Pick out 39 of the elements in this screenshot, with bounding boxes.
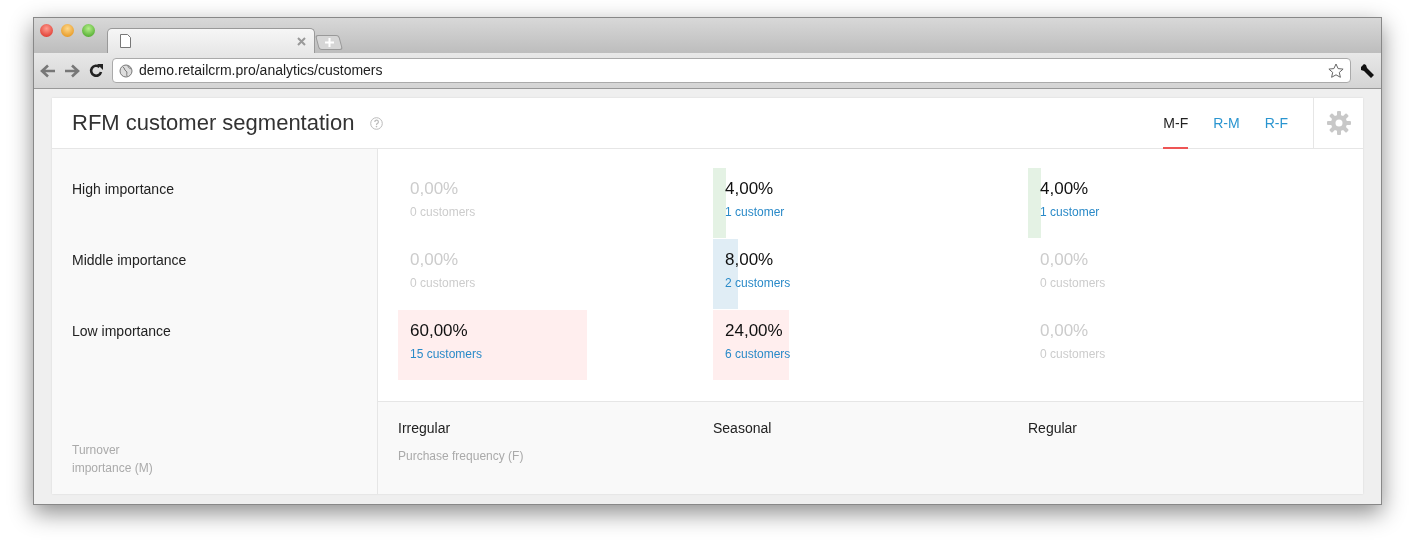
percent-value: 60,00% xyxy=(410,321,469,341)
report-title: RFM customer segmentation xyxy=(72,109,355,137)
back-icon[interactable] xyxy=(40,63,56,78)
new-tab-button[interactable] xyxy=(315,35,343,50)
column-label: Regular xyxy=(1028,420,1078,436)
browser-tab[interactable] xyxy=(107,28,315,53)
plus-icon xyxy=(324,38,334,47)
zoom-window-button[interactable] xyxy=(82,24,95,37)
help-icon[interactable] xyxy=(370,116,384,130)
page-icon xyxy=(120,34,131,48)
close-icon[interactable] xyxy=(297,36,306,46)
minimize-window-button[interactable] xyxy=(61,24,74,37)
segmentation-tab[interactable]: M-F xyxy=(1163,97,1189,149)
star-icon[interactable] xyxy=(1328,62,1344,79)
reload-icon[interactable] xyxy=(88,62,104,79)
percent-value: 24,00% xyxy=(725,321,784,341)
row-label: Middle importance xyxy=(72,251,188,270)
percent-value: 4,00% xyxy=(1040,179,1090,199)
row-label: High importance xyxy=(72,180,175,199)
customer-count-link[interactable]: 15 customers xyxy=(410,347,483,361)
axis-label: Purchase frequency (F) xyxy=(398,449,524,463)
url-text: demo.retailcrm.pro/analytics/customers xyxy=(139,61,384,80)
customer-count-link[interactable]: 1 customer xyxy=(1040,205,1100,219)
segmentation-tab[interactable]: R-F xyxy=(1264,97,1288,149)
forward-icon[interactable] xyxy=(64,63,80,78)
wrench-icon[interactable] xyxy=(1359,62,1375,79)
row-label: Low importance xyxy=(72,322,172,341)
percent-value: 4,00% xyxy=(725,179,775,199)
column-label: Irregular xyxy=(398,420,451,436)
axis-label: Turnover importance (M) xyxy=(72,442,154,477)
segmentation-tab[interactable]: R-M xyxy=(1213,97,1240,149)
customer-count-link[interactable]: 1 customer xyxy=(725,205,785,219)
customer-count-link[interactable]: 6 customers xyxy=(725,347,791,361)
percent-value: 8,00% xyxy=(725,250,775,270)
globe-icon xyxy=(119,63,133,78)
column-label: Seasonal xyxy=(713,420,772,436)
close-window-button[interactable] xyxy=(40,24,53,37)
customer-count-link[interactable]: 2 customers xyxy=(725,276,791,290)
address-bar[interactable]: demo.retailcrm.pro/analytics/customers xyxy=(112,58,1351,83)
